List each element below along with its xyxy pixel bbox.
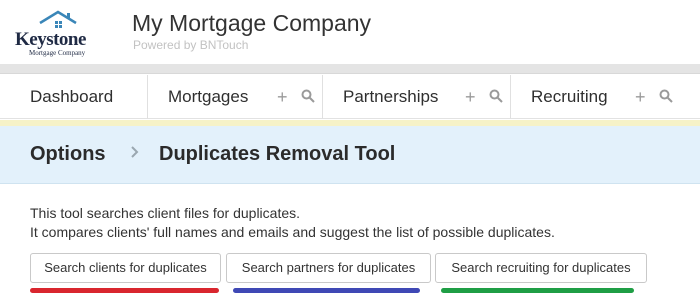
nav-item-label: Mortgages <box>168 87 249 106</box>
search-icon[interactable] <box>489 89 503 103</box>
company-name: My Mortgage Company <box>132 10 372 36</box>
search-icon[interactable] <box>301 89 315 103</box>
partners-accent-bar <box>233 288 420 293</box>
plus-icon[interactable]: + <box>277 88 288 106</box>
header-divider <box>0 64 700 74</box>
search-icon[interactable] <box>659 89 673 103</box>
recruiting-accent-bar <box>441 288 634 293</box>
house-icon <box>39 10 77 28</box>
search-partners-button[interactable]: Search partners for duplicates <box>226 253 431 283</box>
description-line-2: It compares clients' full names and emai… <box>30 224 555 240</box>
breadcrumb-parent[interactable]: Options <box>30 143 106 166</box>
chevron-right-icon <box>131 146 139 158</box>
page-title: Duplicates Removal Tool <box>159 143 396 165</box>
app-header: Keystone Mortgage Company My Mortgage Co… <box>0 0 700 64</box>
powered-by-text: Powered by BNTouch <box>133 38 249 52</box>
search-recruiting-button[interactable]: Search recruiting for duplicates <box>435 253 647 283</box>
clients-accent-bar <box>30 288 219 293</box>
nav-item-partnerships[interactable]: Partnerships + <box>323 75 511 119</box>
nav-item-label: Dashboard <box>30 87 114 106</box>
logo-sub-text: Mortgage Company <box>29 49 86 57</box>
description-line-1: This tool searches client files for dupl… <box>30 205 301 221</box>
nav-item-label: Recruiting <box>531 87 608 106</box>
plus-icon[interactable]: + <box>635 88 646 106</box>
main-nav: Dashboard Mortgages + Partnerships + Rec… <box>0 75 700 119</box>
breadcrumb: Options Duplicates Removal Tool <box>0 126 700 184</box>
nav-item-label: Partnerships <box>343 87 439 106</box>
company-logo[interactable]: Keystone Mortgage Company <box>12 9 98 57</box>
logo-main-text: Keystone <box>15 29 86 50</box>
search-clients-button[interactable]: Search clients for duplicates <box>30 253 221 283</box>
plus-icon[interactable]: + <box>465 88 476 106</box>
nav-item-recruiting[interactable]: Recruiting + <box>511 75 700 119</box>
nav-item-mortgages[interactable]: Mortgages + <box>148 75 323 119</box>
nav-item-dashboard[interactable]: Dashboard <box>0 75 148 119</box>
